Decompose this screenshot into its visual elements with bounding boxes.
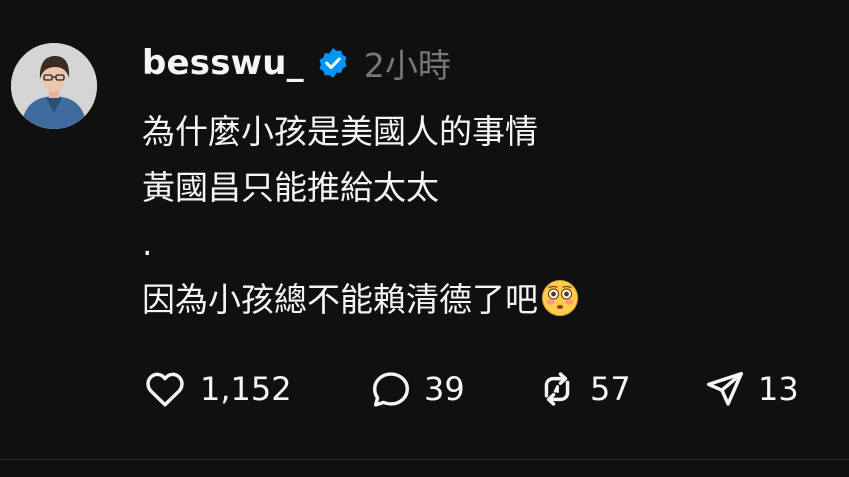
- post-actions: 1,152 39 57 13: [142, 364, 832, 414]
- post-text-line: 黃國昌只能推給太太: [142, 168, 439, 207]
- post-header: besswu_ 2小時: [142, 40, 451, 86]
- comment-bubble-icon[interactable]: [368, 366, 414, 412]
- post-timestamp[interactable]: 2小時: [364, 39, 451, 87]
- post-divider: [0, 459, 849, 460]
- reply-button[interactable]: 39: [368, 364, 465, 414]
- post-body: 為什麼小孩是美國人的事情 黃國昌只能推給太太 . 因為小孩總不能賴清德了吧: [142, 104, 832, 328]
- avatar[interactable]: [11, 43, 97, 129]
- reply-count: 39: [424, 370, 465, 408]
- repost-count: 57: [590, 370, 631, 408]
- post-card: besswu_ 2小時 為什麼小孩是美國人的事情 黃國昌只能推給太太 . 因為小…: [0, 0, 849, 477]
- flushed-face-emoji-icon: [541, 278, 579, 316]
- post-text-line: 因為小孩總不能賴清德了吧: [142, 280, 538, 319]
- avatar-image: [11, 43, 97, 129]
- send-icon[interactable]: [702, 366, 748, 412]
- post-text-line: 為什麼小孩是美國人的事情: [142, 112, 538, 151]
- share-button[interactable]: 13: [702, 364, 799, 414]
- heart-icon[interactable]: [142, 366, 188, 412]
- post-text-line: .: [142, 224, 153, 263]
- repost-button[interactable]: 57: [534, 364, 631, 414]
- repost-icon[interactable]: [534, 366, 580, 412]
- verified-badge-icon: [316, 46, 350, 80]
- post-text-line-with-emoji: 因為小孩總不能賴清德了吧: [142, 272, 832, 328]
- username[interactable]: besswu_: [142, 43, 304, 83]
- share-count: 13: [758, 370, 799, 408]
- like-count: 1,152: [200, 370, 292, 408]
- like-button[interactable]: 1,152: [142, 364, 292, 414]
